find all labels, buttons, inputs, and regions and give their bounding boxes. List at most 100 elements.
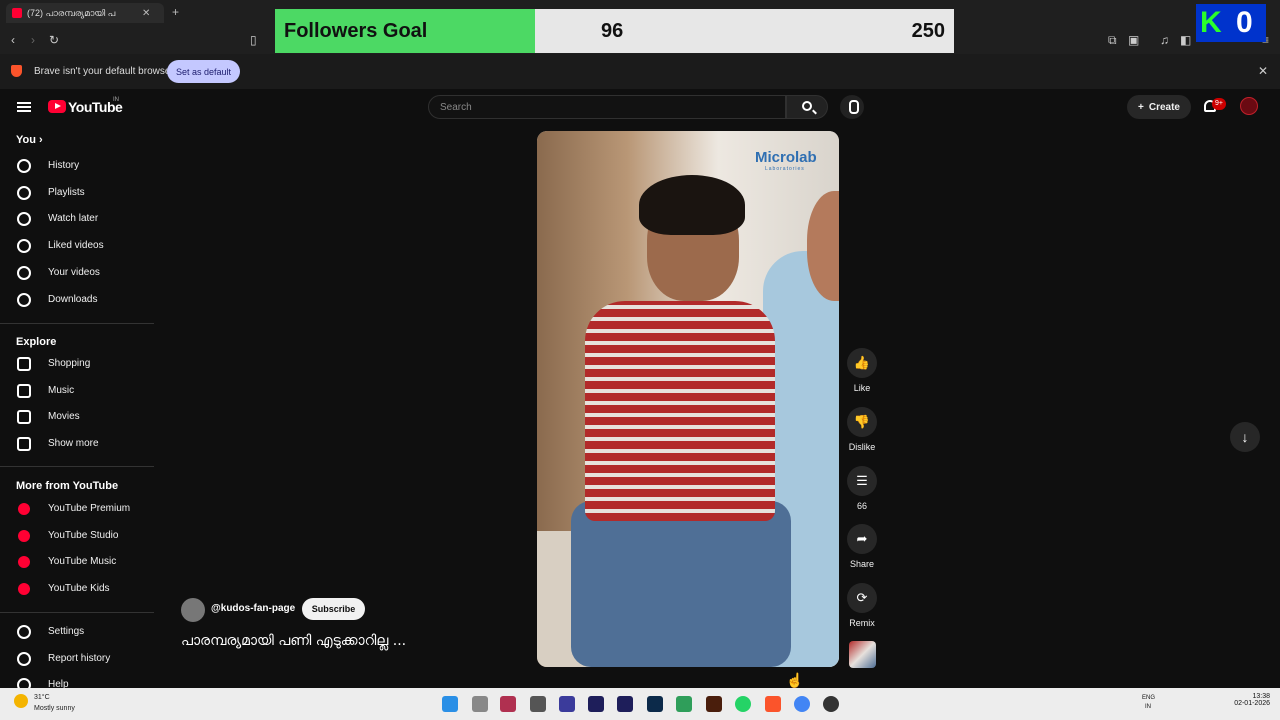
sidebar-you-heading[interactable]: You › <box>16 134 43 146</box>
sidebar-item-your-videos[interactable]: Your videos <box>0 260 154 286</box>
audio-thumbnail[interactable] <box>849 641 876 668</box>
youtube-premium-icon <box>18 503 30 515</box>
after-effects-icon[interactable] <box>588 696 604 712</box>
brave-shield-icon <box>11 65 22 77</box>
remix-action[interactable]: ⟳ Remix <box>844 583 880 628</box>
sidebar-item-movies[interactable]: Movies <box>0 404 154 430</box>
sidebar-item-youtube-music[interactable]: YouTube Music <box>0 549 154 575</box>
comment-action[interactable]: ☰ 66 <box>844 465 880 511</box>
whatsapp-icon[interactable] <box>735 696 751 712</box>
share-icon[interactable]: ➦ <box>847 524 877 555</box>
sidebar-item-show-more[interactable]: Show more <box>0 431 154 457</box>
sidebar-item-label: Liked videos <box>48 240 104 252</box>
sidebar-item-label: Settings <box>48 626 85 637</box>
next-video-arrow-icon[interactable]: ↓ <box>1230 422 1260 452</box>
channel-name[interactable]: @kudos-fan-page <box>211 603 295 614</box>
extensions-icon[interactable]: ⧉ <box>1108 33 1117 47</box>
back-icon[interactable]: ‹ <box>11 33 15 47</box>
sidebar-item-youtube-studio[interactable]: YouTube Studio <box>0 523 154 549</box>
sidebar-item-youtube-kids[interactable]: YouTube Kids <box>0 576 154 602</box>
sidebar-explore-heading: Explore <box>16 336 57 348</box>
infobar-message: Brave isn't your default browser <box>34 66 174 77</box>
default-browser-infobar: Brave isn't your default browser Set as … <box>0 54 1280 89</box>
sidebar-item-label: Your videos <box>48 266 100 278</box>
sidebar-item-label: Show more <box>48 438 99 450</box>
video-person-man-shirt <box>585 301 775 521</box>
gear-icon <box>17 625 31 639</box>
browser-tab[interactable]: (72) പാരമ്പര്യമായി പ ✕ <box>6 3 164 23</box>
sidebar-item-settings[interactable]: Settings <box>0 619 154 645</box>
channel-avatar[interactable] <box>181 598 205 622</box>
vpn-icon[interactable] <box>559 696 575 712</box>
chrome-icon[interactable] <box>794 696 810 712</box>
app-m-icon[interactable] <box>676 696 692 712</box>
illustrator-icon[interactable] <box>706 696 722 712</box>
account-avatar[interactable] <box>1240 97 1258 115</box>
thumbs-up-icon[interactable]: 👍 <box>847 348 877 378</box>
system-clock[interactable]: 13:38 02-01-2026 <box>1224 693 1270 707</box>
clock-icon <box>17 212 31 227</box>
sidebar-item-youtube-premium[interactable]: YouTube Premium <box>0 496 154 522</box>
new-tab-button[interactable]: + <box>172 5 179 19</box>
media-icon[interactable]: ♫ <box>1160 33 1169 47</box>
windows-start-icon[interactable] <box>442 696 458 712</box>
plus-icon: + <box>1138 101 1144 113</box>
sidebar-item-music[interactable]: Music <box>0 378 154 404</box>
file-explorer-icon[interactable] <box>472 696 488 712</box>
bookmark-icon[interactable]: ▯ <box>250 33 257 47</box>
share-action[interactable]: ➦ Share <box>844 524 880 569</box>
thumbs-down-action[interactable]: 👎 Dislike <box>844 406 880 452</box>
subscribe-button[interactable]: Subscribe <box>302 598 365 620</box>
clock-date: 02-01-2026 <box>1234 700 1270 707</box>
sidebar-item-history[interactable]: History <box>0 153 154 179</box>
sidebar-toggle-icon[interactable]: ◧ <box>1180 33 1191 47</box>
set-as-default-button[interactable]: Set as default <box>167 60 240 83</box>
short-title[interactable]: പാരമ്പര്യമായി പണി എടുക്കാറില്ല ... <box>181 633 406 649</box>
weather-sun-icon[interactable] <box>14 694 28 708</box>
search-button[interactable] <box>786 95 828 119</box>
youtube-logo-icon[interactable] <box>48 100 66 113</box>
language-code[interactable]: ENG <box>1142 695 1155 701</box>
comment-icon[interactable]: ☰ <box>847 465 877 496</box>
search-input[interactable]: Search <box>428 95 786 119</box>
youtube-studio-icon <box>18 529 30 542</box>
action-label: Like <box>853 383 871 393</box>
chevron-right-icon: › <box>35 134 43 146</box>
create-label: Create <box>1148 101 1180 113</box>
action-label: Dislike <box>848 441 876 452</box>
reload-icon[interactable]: ↻ <box>49 33 59 47</box>
region-code: IN <box>1145 704 1151 710</box>
premiere-icon[interactable] <box>617 696 633 712</box>
infobar-close-icon[interactable]: ✕ <box>1258 64 1268 78</box>
tab-close-icon[interactable]: ✕ <box>142 8 150 19</box>
sidebar-item-shopping[interactable]: Shopping <box>0 351 154 377</box>
voice-search-icon[interactable] <box>840 95 864 119</box>
sidebar-item-liked-videos[interactable]: Liked videos <box>0 233 154 259</box>
sidebar-item-downloads[interactable]: Downloads <box>0 287 154 313</box>
thumbs-up-icon <box>17 239 31 254</box>
chatgpt-icon[interactable] <box>530 696 546 712</box>
brave-icon[interactable] <box>765 696 781 712</box>
sidebar-item-label: Shopping <box>48 358 91 369</box>
obs-icon[interactable] <box>823 696 839 712</box>
followers-goal-target: 250 <box>911 20 945 42</box>
sidebar-more-heading: More from YouTube <box>16 480 119 492</box>
clock-time: 13:38 <box>1252 693 1270 700</box>
sidebar-item-label: Downloads <box>48 293 98 305</box>
sidebar-item-watch-later[interactable]: Watch later <box>0 206 154 232</box>
sidebar-item-playlists[interactable]: Playlists <box>0 180 154 206</box>
thumbs-down-icon[interactable]: 👎 <box>847 406 877 437</box>
remix-icon[interactable]: ⟳ <box>847 583 877 614</box>
app-icon[interactable] <box>500 696 516 712</box>
create-button[interactable]: + Create <box>1127 95 1191 119</box>
forward-icon[interactable]: › <box>31 33 35 47</box>
thumbs-up-action[interactable]: 👍 Like <box>844 348 880 393</box>
sidebar-item-report-history[interactable]: Report history <box>0 646 154 672</box>
youtube-kids-icon <box>18 583 30 596</box>
sidebar-item-label: YouTube Studio <box>48 529 119 541</box>
photoshop-icon[interactable] <box>647 696 663 712</box>
wallet-icon[interactable]: ▣ <box>1128 33 1139 47</box>
sidebar-divider <box>0 466 154 467</box>
short-video-player[interactable]: Microlab Laboratories <box>537 131 839 667</box>
hamburger-menu-icon[interactable] <box>17 102 31 112</box>
